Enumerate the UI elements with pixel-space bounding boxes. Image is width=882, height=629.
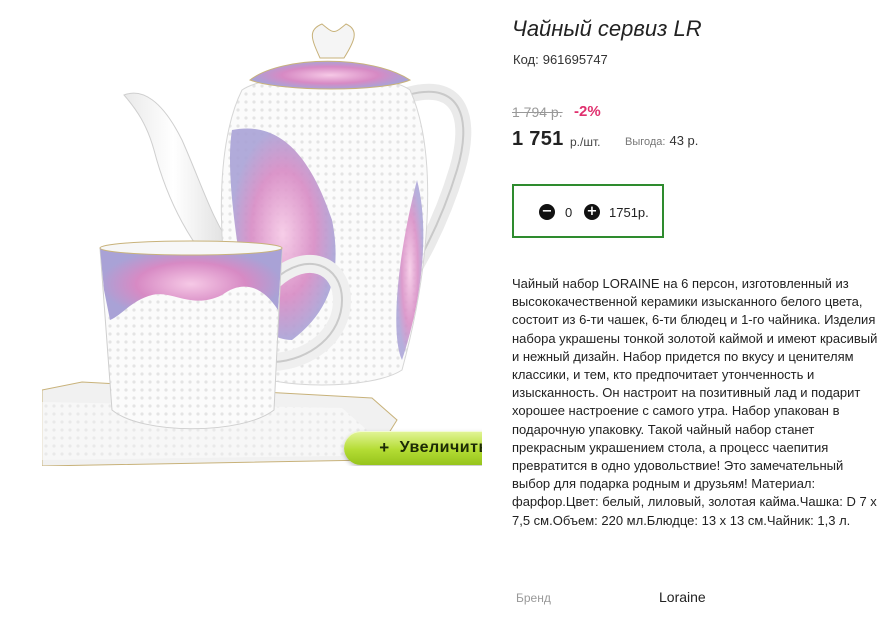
teaset-illustration [42, 23, 472, 466]
quantity-total: 1751р. [609, 205, 649, 220]
minus-circle-icon[interactable]: − [539, 204, 555, 220]
product-title: Чайный сервиз LR [512, 16, 702, 41]
discount-badge: -2% [574, 103, 601, 120]
brand-label: Бренд [516, 591, 551, 605]
zoom-label: Увеличить [399, 439, 482, 456]
saving-label: Выгода: [625, 136, 666, 148]
plus-circle-icon[interactable]: + [584, 204, 600, 220]
saving: Выгода: 43 р. [625, 133, 698, 148]
old-price: 1 794 р. [512, 104, 563, 120]
product-description: Чайный набор LORAINE на 6 персон, изгото… [512, 276, 878, 528]
product-image[interactable]: + Увеличить [42, 10, 482, 466]
brand-value: Loraine [659, 589, 706, 605]
zoom-plus-icon: + [379, 438, 390, 457]
sku-value: 961695747 [542, 52, 608, 67]
quantity-stepper: − 0 + 1751р. [512, 184, 664, 238]
saving-value: 43 р. [669, 133, 699, 148]
quantity-value: 0 [565, 205, 573, 220]
current-price: 1 751 [512, 128, 564, 150]
price-unit: р./шт. [570, 135, 601, 149]
product-sku: Код: 961695747 [513, 52, 608, 67]
sku-label: Код: [513, 52, 539, 67]
zoom-button[interactable]: + Увеличить [344, 431, 482, 465]
